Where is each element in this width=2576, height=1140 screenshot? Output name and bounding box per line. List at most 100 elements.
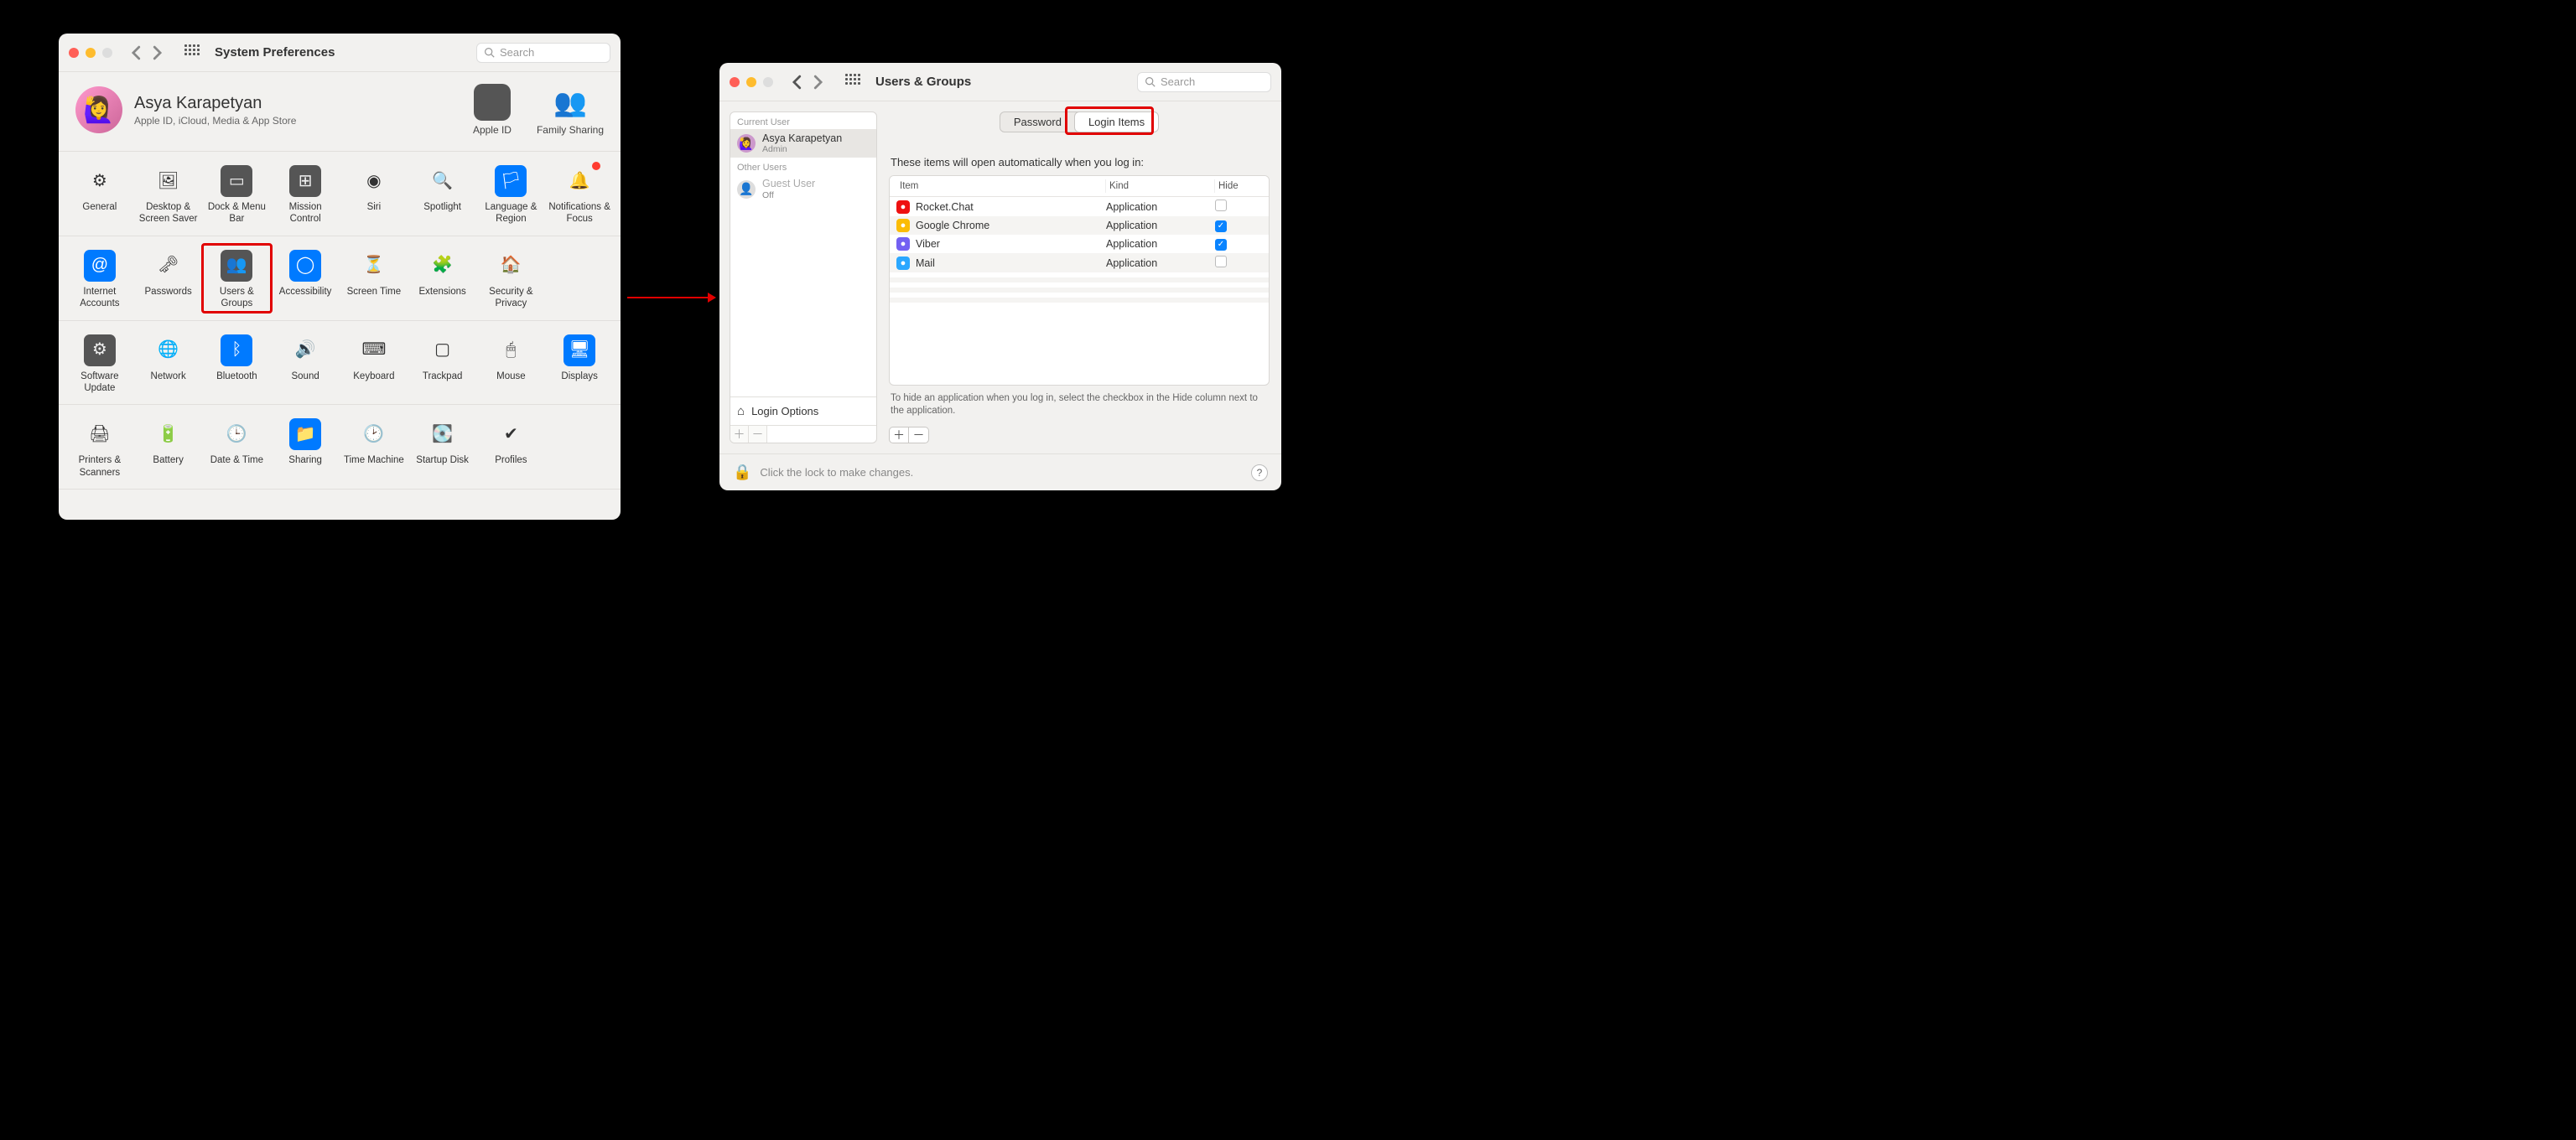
pref-label: Trackpad — [410, 370, 475, 394]
pref-dock[interactable]: ▭ Dock & Menu Bar — [203, 160, 272, 227]
add-user-button[interactable]: ＋ — [730, 426, 749, 443]
tab-password[interactable]: Password — [1000, 112, 1075, 132]
pref-extensions[interactable]: 🧩Extensions — [408, 245, 477, 312]
pref-accessibility[interactable]: ◯Accessibility — [271, 245, 340, 312]
pref-keyboard[interactable]: ⌨Keyboard — [340, 329, 408, 396]
app-name: Rocket.Chat — [916, 201, 974, 213]
accessibility-icon: ◯ — [289, 250, 321, 282]
table-row[interactable]: ●Rocket.ChatApplication — [890, 197, 1269, 216]
table-row[interactable]: ●Google ChromeApplication✓ — [890, 216, 1269, 235]
main-panel: Password Login Items These items will op… — [877, 101, 1281, 453]
tab-login-items[interactable]: Login Items — [1075, 112, 1158, 132]
remove-login-item-button[interactable]: － — [909, 427, 929, 443]
pref-sound[interactable]: 🔊Sound — [271, 329, 340, 396]
search-field[interactable]: Search — [1137, 72, 1271, 92]
pref-label: Dock & Menu Bar — [205, 201, 270, 225]
app-icon: ● — [896, 256, 910, 270]
sidebar-item-current-user[interactable]: 🙋‍♀️ Asya Karapetyan Admin — [730, 129, 876, 158]
current-user-header: Current User — [730, 112, 876, 129]
pref-datetime[interactable]: 🕒Date & Time — [203, 413, 272, 480]
pref-label: Network — [136, 370, 201, 394]
pref-mission[interactable]: ⊞Mission Control — [271, 160, 340, 227]
pref-desktop[interactable]: 🖼Desktop & Screen Saver — [134, 160, 203, 227]
pref-bluetooth[interactable]: ᛒBluetooth — [203, 329, 272, 396]
pref-notifications[interactable]: 🔔Notifications & Focus — [545, 160, 614, 227]
forward-button[interactable] — [148, 43, 166, 63]
table-row[interactable]: ●MailApplication — [890, 253, 1269, 272]
sound-icon: 🔊 — [289, 334, 321, 366]
extensions-icon: 🧩 — [427, 250, 459, 282]
table-row[interactable]: ●ViberApplication✓ — [890, 235, 1269, 253]
app-icon: ● — [896, 219, 910, 232]
dock-icon: ▭ — [221, 165, 252, 197]
passwords-icon: 🗝 — [153, 250, 184, 282]
pref-language[interactable]: 🏳Language & Region — [477, 160, 546, 227]
minimize-window-button[interactable] — [86, 48, 96, 58]
pref-label: Desktop & Screen Saver — [136, 201, 201, 225]
pref-printers[interactable]: 🖨Printers & Scanners — [65, 413, 134, 480]
pref-siri[interactable]: ◉Siri — [340, 160, 408, 227]
window-title: System Preferences — [215, 45, 335, 60]
pref-profiles[interactable]: ✔Profiles — [477, 413, 546, 480]
col-item[interactable]: Item — [896, 179, 1106, 193]
lock-icon[interactable]: 🔒 — [733, 464, 751, 481]
pref-update[interactable]: ⚙ Software Update — [65, 329, 134, 396]
apple-id-tile[interactable]: Apple ID — [473, 84, 512, 136]
login-options-row[interactable]: ⌂ Login Options — [730, 397, 876, 425]
pref-timemachine[interactable]: 🕑Time Machine — [340, 413, 408, 480]
account-header: 🙋‍♀️ Asya Karapetyan Apple ID, iCloud, M… — [59, 72, 621, 152]
pref-screentime[interactable]: ⏳Screen Time — [340, 245, 408, 312]
pref-label: Software Update — [67, 370, 132, 395]
pref-passwords[interactable]: 🗝 Passwords — [134, 245, 203, 312]
col-kind[interactable]: Kind — [1106, 179, 1215, 193]
sharing-icon: 📁 — [289, 418, 321, 450]
pref-spotlight[interactable]: 🔍Spotlight — [408, 160, 477, 227]
remove-user-button[interactable]: － — [749, 426, 767, 443]
search-field[interactable]: Search — [476, 43, 610, 63]
search-placeholder: Search — [1161, 75, 1195, 88]
pref-label: Passwords — [136, 286, 201, 309]
zoom-window-button[interactable] — [102, 48, 112, 58]
forward-button[interactable] — [808, 72, 827, 92]
pref-internet[interactable]: @Internet Accounts — [65, 245, 134, 312]
table-header: Item Kind Hide — [890, 176, 1269, 197]
back-button[interactable] — [127, 43, 146, 63]
add-login-item-button[interactable]: ＋ — [889, 427, 909, 443]
user-sub: Apple ID, iCloud, Media & App Store — [134, 115, 296, 127]
pref-network[interactable]: 🌐Network — [134, 329, 203, 396]
minimize-window-button[interactable] — [746, 77, 756, 87]
family-sharing-tile[interactable]: 👥 Family Sharing — [537, 84, 604, 136]
show-all-icon[interactable] — [845, 74, 862, 91]
system-preferences-window: System Preferences Search 🙋‍♀️ Asya Kara… — [59, 34, 621, 520]
pref-users[interactable]: 👥Users & Groups — [203, 245, 272, 312]
pref-trackpad[interactable]: ▢Trackpad — [408, 329, 477, 396]
zoom-window-button[interactable] — [763, 77, 773, 87]
update-icon: ⚙ — [84, 334, 116, 366]
pref-startup[interactable]: 💽Startup Disk — [408, 413, 477, 480]
show-all-icon[interactable] — [184, 44, 201, 61]
hide-checkbox[interactable]: ✓ — [1215, 220, 1227, 232]
hide-checkbox[interactable] — [1215, 256, 1227, 267]
user-avatar[interactable]: 🙋‍♀️ — [75, 86, 122, 133]
pref-label: Bluetooth — [205, 370, 270, 394]
sidebar-item-guest-user[interactable]: 👤 Guest User Off — [730, 174, 876, 203]
pref-sharing[interactable]: 📁Sharing — [271, 413, 340, 480]
pref-battery[interactable]: 🔋Battery — [134, 413, 203, 480]
pref-security[interactable]: 🏠Security & Privacy — [477, 245, 546, 312]
pref-label: Profiles — [479, 454, 544, 478]
pref-mouse[interactable]: 🖱Mouse — [477, 329, 546, 396]
back-button[interactable] — [788, 72, 807, 92]
close-window-button[interactable] — [730, 77, 740, 87]
pref-label: Date & Time — [205, 454, 270, 478]
pref-displays[interactable]: 🖥Displays — [545, 329, 614, 396]
close-window-button[interactable] — [69, 48, 79, 58]
internet-icon: @ — [84, 250, 116, 282]
hide-checkbox[interactable] — [1215, 200, 1227, 211]
help-button[interactable]: ? — [1251, 464, 1268, 481]
search-icon — [484, 47, 495, 58]
pref-general[interactable]: ⚙︎General — [65, 160, 134, 227]
pref-label: General — [67, 201, 132, 225]
col-hide[interactable]: Hide — [1215, 179, 1262, 193]
hide-checkbox[interactable]: ✓ — [1215, 239, 1227, 251]
startup-icon: 💽 — [427, 418, 459, 450]
